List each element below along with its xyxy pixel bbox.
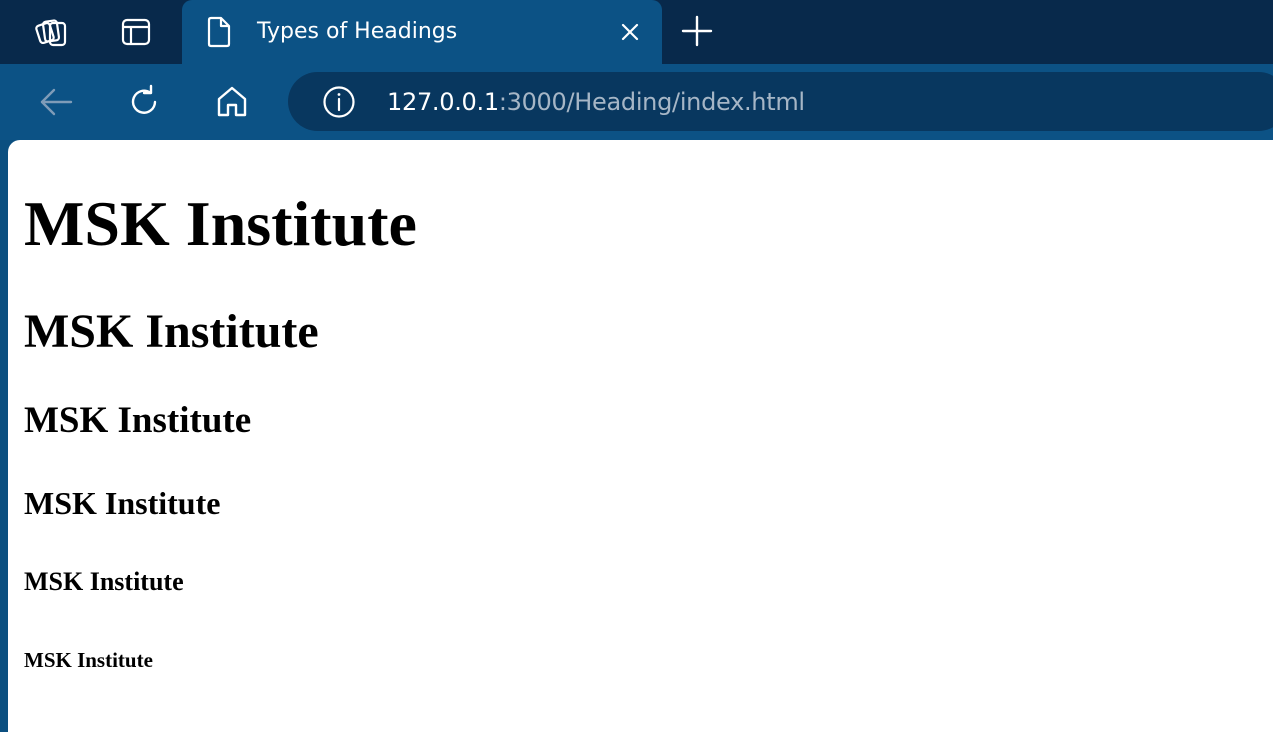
vertical-tabs-icon[interactable]: [116, 12, 156, 52]
heading-1: MSK Institute: [24, 188, 417, 259]
heading-5: MSK Institute: [24, 567, 184, 596]
browser-window: Types of Headings 127.0.0.1:3000/Heading…: [0, 0, 1273, 732]
toolbar: 127.0.0.1:3000/Heading/index.html: [0, 64, 1273, 140]
heading-2: MSK Institute: [24, 305, 319, 358]
heading-3: MSK Institute: [24, 400, 252, 441]
url-path: :3000/Heading/index.html: [498, 88, 805, 116]
back-arrow-icon[interactable]: [36, 82, 76, 122]
url-text[interactable]: 127.0.0.1:3000/Heading/index.html: [387, 86, 805, 118]
address-bar[interactable]: 127.0.0.1:3000/Heading/index.html: [288, 72, 1273, 131]
workspaces-icon[interactable]: [32, 12, 72, 52]
url-host: 127.0.0.1: [387, 88, 499, 116]
tab-strip: Types of Headings: [0, 0, 1273, 64]
page-icon: [207, 16, 231, 48]
heading-6: MSK Institute: [24, 648, 153, 672]
close-icon[interactable]: [618, 20, 642, 44]
tab-title: Types of Headings: [257, 19, 458, 44]
page-content: MSK Institute MSK Institute MSK Institut…: [8, 140, 1273, 732]
reload-icon[interactable]: [124, 82, 164, 122]
plus-icon[interactable]: [680, 14, 714, 48]
tab-active[interactable]: Types of Headings: [182, 0, 662, 64]
heading-4: MSK Institute: [24, 485, 221, 521]
home-icon[interactable]: [212, 82, 252, 122]
info-icon[interactable]: [322, 85, 356, 119]
